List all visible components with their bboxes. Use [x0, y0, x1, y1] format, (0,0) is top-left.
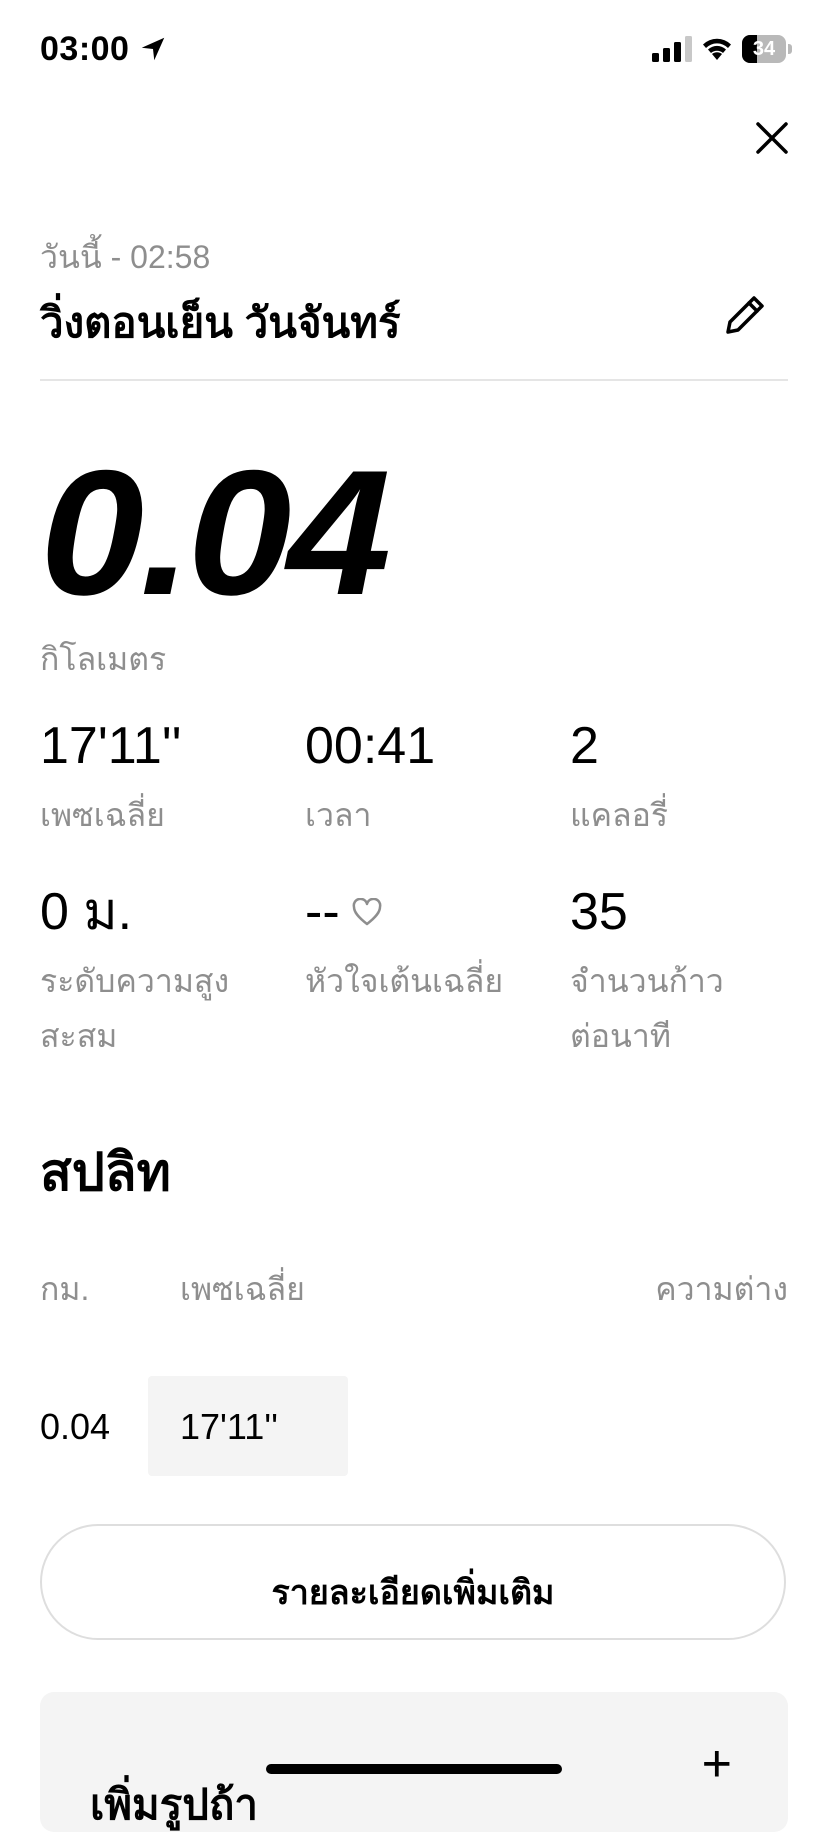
- status-time: 03:00: [40, 30, 130, 68]
- stat-value: 0 ม.: [40, 883, 133, 941]
- activity-title: วิ่งตอนเย็น วันจันทร์: [40, 299, 401, 346]
- stat-label: เพซเฉลี่ย: [40, 797, 165, 833]
- stat-label: แคลอรี่: [570, 797, 669, 833]
- plus-icon[interactable]: +: [702, 1738, 732, 1790]
- heart-icon: [352, 898, 382, 926]
- split-pace: 17'11'': [180, 1406, 279, 1447]
- distance-value: 0.04: [40, 433, 391, 632]
- stat-label: จำนวนก้าวต่อนาที: [570, 963, 724, 1054]
- splits-header-diff: ความต่าง: [655, 1271, 788, 1307]
- battery-level: 34: [752, 38, 776, 60]
- battery-icon: 34: [742, 35, 792, 63]
- close-button[interactable]: [752, 118, 792, 158]
- add-photo-text: เพิ่มรูปถ้า: [90, 1781, 258, 1828]
- splits-header-km: กม.: [40, 1271, 90, 1307]
- more-details-label: รายละเอียดเพิ่มเติม: [271, 1574, 555, 1612]
- close-icon: [756, 122, 788, 154]
- stat-heart-rate: -- หัวใจเต้นเฉลี่ย: [305, 882, 555, 1009]
- more-details-button[interactable]: รายละเอียดเพิ่มเติม: [40, 1524, 786, 1640]
- home-indicator: [266, 1764, 562, 1774]
- header-divider: [40, 379, 788, 381]
- stat-label: เวลา: [305, 797, 372, 833]
- stat-time: 00:41 เวลา: [305, 716, 555, 843]
- pencil-icon: [726, 296, 764, 334]
- splits-title: สปลิท: [40, 1144, 171, 1202]
- location-arrow-icon: [141, 37, 165, 61]
- stat-value: --: [305, 883, 340, 941]
- stat-value: 17'11'': [40, 717, 182, 775]
- stat-value: 35: [570, 883, 628, 941]
- signal-icon: [652, 36, 692, 62]
- activity-date: วันนี้ - 02:58: [40, 239, 211, 275]
- stat-value: 00:41: [305, 717, 436, 775]
- stat-cadence: 35 จำนวนก้าวต่อนาที: [570, 882, 750, 1064]
- splits-header-pace: เพซเฉลี่ย: [180, 1271, 305, 1307]
- wifi-icon: [703, 38, 731, 60]
- edit-button[interactable]: [720, 290, 770, 340]
- stat-calories: 2 แคลอรี่: [570, 716, 820, 843]
- stat-label: ระดับความสูงสะสม: [40, 963, 230, 1054]
- add-photo-card[interactable]: เพิ่มรูปถ้า +: [40, 1692, 788, 1832]
- stat-avg-pace: 17'11'' เพซเฉลี่ย: [40, 716, 290, 843]
- stat-value: 2: [570, 717, 599, 775]
- split-km: 0.04: [40, 1406, 111, 1447]
- stat-elevation: 0 ม. ระดับความสูงสะสม: [40, 882, 270, 1064]
- stat-label: หัวใจเต้นเฉลี่ย: [305, 963, 504, 999]
- distance-unit: กิโลเมตร: [40, 641, 167, 677]
